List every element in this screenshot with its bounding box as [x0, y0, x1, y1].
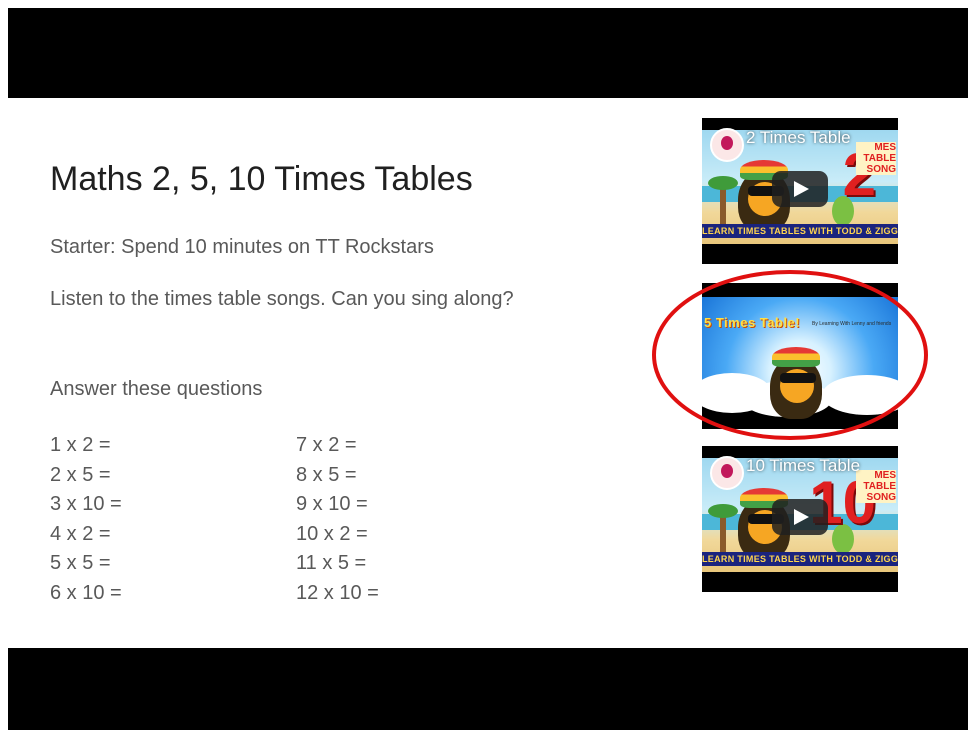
slide: Maths 2, 5, 10 Times Tables Starter: Spe…	[8, 98, 968, 648]
question-item: 10 x 2 =	[296, 522, 368, 545]
play-icon[interactable]	[772, 499, 828, 535]
question-item: 11 x 5 =	[296, 552, 367, 574]
corner-text: MES TABLE SONG	[856, 142, 896, 175]
thumbnail-banner: LEARN TIMES TABLES WITH TODD & ZIGGY	[702, 224, 898, 238]
channel-avatar[interactable]	[710, 128, 744, 162]
questions-column-left: 1 x 2 = 2 x 5 = 3 x 10 = 4 x 2 = 5 x 5 =…	[50, 431, 122, 608]
questions-column-right: 7 x 2 = 8 x 5 = 9 x 10 = 10 x 2 = 11 x 5…	[296, 431, 379, 608]
answer-heading: Answer these questions	[50, 378, 263, 400]
question-item: 12 x 10 =	[296, 581, 379, 604]
video-thumbnail-5-times-table[interactable]: 5 Times Table! By Learning With Lenny an…	[702, 283, 898, 429]
question-item: 2 x 5 =	[50, 463, 111, 486]
thumbnail-scene: 5 Times Table! By Learning With Lenny an…	[702, 297, 898, 419]
play-icon[interactable]	[772, 171, 828, 207]
channel-avatar[interactable]	[710, 456, 744, 490]
video-subtitle: By Learning With Lenny and friends	[812, 321, 892, 327]
starter-text: Starter: Spend 10 minutes on TT Rockstar…	[50, 236, 434, 258]
video-title[interactable]: 2 Times Table	[746, 128, 851, 148]
slide-title: Maths 2, 5, 10 Times Tables	[50, 160, 473, 198]
question-item: 4 x 2 =	[50, 522, 111, 545]
video-title: 5 Times Table!	[704, 315, 801, 330]
question-item: 5 x 5 =	[50, 552, 111, 574]
thumbnail-banner: LEARN TIMES TABLES WITH TODD & ZIGGY	[702, 552, 898, 566]
question-item: 1 x 2 =	[50, 434, 111, 456]
question-item: 6 x 10 =	[50, 581, 122, 604]
video-thumbnail-10-times-table[interactable]: 10 MES TABLE SONG LEARN TIMES TABLES WIT…	[702, 446, 898, 592]
listen-instruction: Listen to the times table songs. Can you…	[50, 288, 514, 310]
video-thumbnail-2-times-table[interactable]: 2 MES TABLE SONG LEARN TIMES TABLES WITH…	[702, 118, 898, 264]
question-item: 9 x 10 =	[296, 493, 368, 515]
corner-text: MES TABLE SONG	[856, 470, 896, 503]
question-item: 7 x 2 =	[296, 434, 357, 456]
video-title[interactable]: 10 Times Table	[746, 456, 860, 476]
question-item: 8 x 5 =	[296, 463, 357, 486]
question-item: 3 x 10 =	[50, 493, 122, 515]
